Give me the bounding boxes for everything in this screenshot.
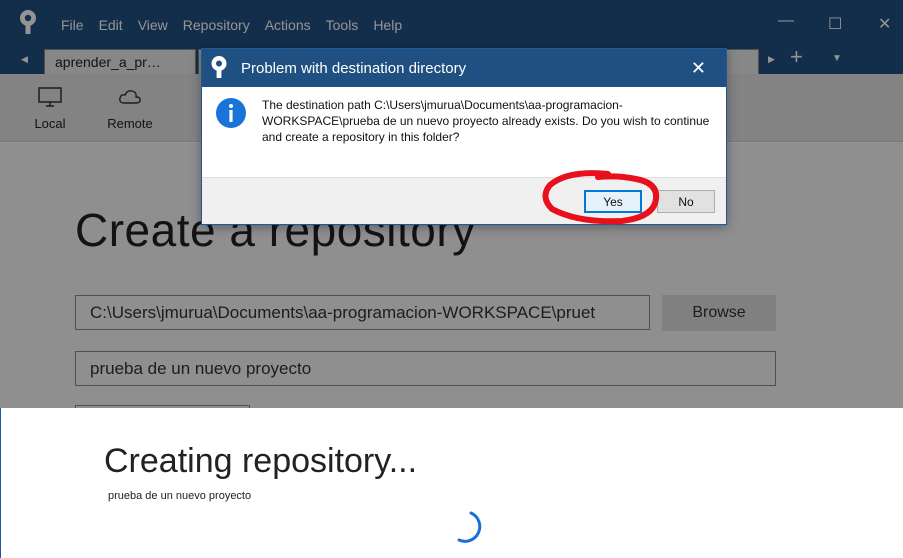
destination-problem-dialog: Problem with destination directory ✕ The… (201, 48, 727, 225)
loading-spinner-icon (457, 511, 482, 543)
dialog-body: The destination path C:\Users\jmurua\Doc… (202, 87, 726, 179)
dialog-title-bar: Problem with destination directory ✕ (202, 49, 726, 87)
yes-button[interactable]: Yes (584, 190, 642, 213)
info-icon (216, 98, 246, 128)
dialog-button-bar: Yes No (202, 177, 726, 224)
no-button[interactable]: No (657, 190, 715, 213)
progress-title: Creating repository... (104, 442, 418, 480)
dialog-close-button[interactable]: ✕ (691, 58, 706, 79)
dialog-title: Problem with destination directory (241, 60, 467, 77)
dialog-message: The destination path C:\Users\jmurua\Doc… (262, 98, 710, 144)
progress-subtitle: prueba de un nuevo proyecto (108, 490, 252, 502)
sourcetree-logo-icon (211, 56, 227, 78)
